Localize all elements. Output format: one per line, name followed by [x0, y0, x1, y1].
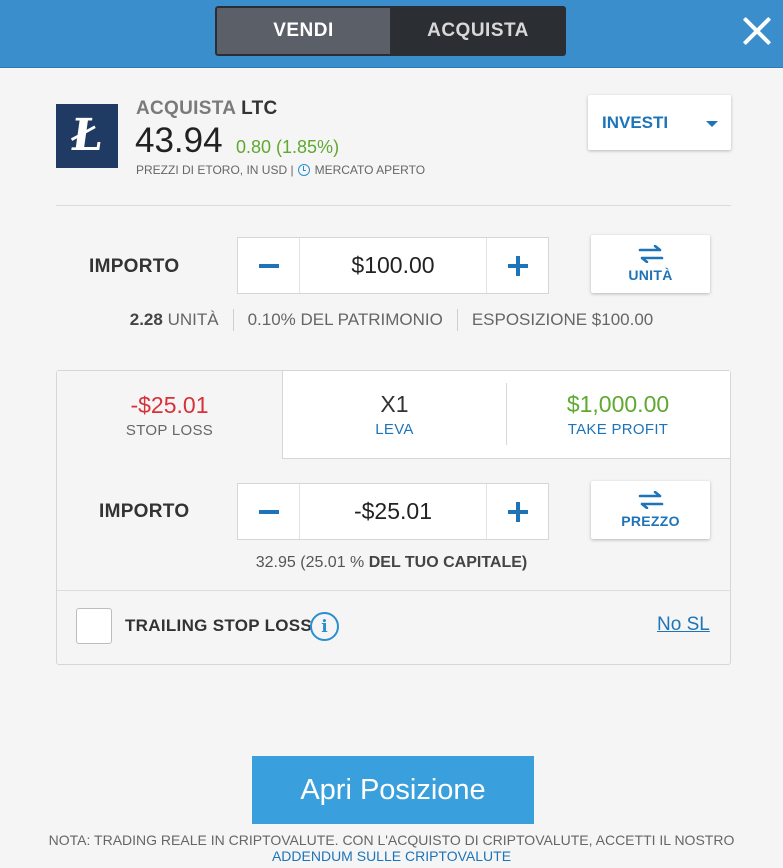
trailing-stop-loss-label: TRAILING STOP LOSS	[125, 616, 313, 635]
stop-loss-increase-button[interactable]	[486, 484, 548, 539]
divider	[57, 590, 730, 591]
logo-letter: Ł	[67, 110, 107, 161]
disclaimer-note: NOTA: TRADING REALE IN CRIPTOVALUTE. CON…	[0, 832, 783, 864]
capital-rate: 32.95	[255, 554, 296, 571]
instrument-price: 43.94	[135, 121, 223, 160]
stop-loss-decrease-button[interactable]	[238, 484, 300, 539]
stop-loss-amount-label: IMPORTO	[99, 501, 190, 522]
units-toggle-label: UNITÀ	[628, 267, 673, 283]
leverage-label: LEVA	[375, 421, 414, 438]
price-change: 0.80 (1.85%)	[236, 137, 340, 157]
exposure-label: ESPOSIZIONE	[471, 310, 588, 329]
tab-stop-loss[interactable]: -$25.01 STOP LOSS	[57, 371, 282, 459]
capital-summary: 32.95 (25.01 % DEL TUO CAPITALE)	[0, 554, 783, 572]
leverage-value: X1	[380, 391, 409, 417]
divider	[56, 205, 731, 206]
equity-summary: 0.10% DEL PATRIMONIO	[234, 309, 458, 331]
plus-icon	[507, 501, 528, 522]
amount-increase-button[interactable]	[486, 238, 548, 293]
price-source: PREZZI DI ETORO, IN USD |	[136, 163, 294, 177]
units-summary: 2.28 UNITÀ	[116, 309, 234, 331]
price-toggle-label: PREZZO	[621, 513, 680, 529]
swap-icon	[638, 245, 663, 263]
stop-loss-label: STOP LOSS	[125, 421, 214, 439]
action-label: ACQUISTA	[136, 98, 236, 119]
info-icon[interactable]: i	[310, 612, 339, 641]
price-meta: PREZZI DI ETORO, IN USD | MERCATO APERTO	[136, 163, 425, 177]
amount-summary: 2.28 UNITÀ 0.10% DEL PATRIMONIO ESPOSIZI…	[0, 309, 783, 331]
swap-icon	[638, 491, 663, 509]
stop-loss-input[interactable]: -$25.01	[300, 484, 486, 539]
invest-dropdown[interactable]: INVESTI	[588, 95, 731, 150]
capital-pct: (25.01 %	[300, 554, 365, 571]
clock-icon	[297, 164, 310, 176]
price-toggle-button[interactable]: PREZZO	[591, 481, 710, 539]
units-value: 2.28	[129, 310, 163, 329]
invest-dropdown-label: INVESTI	[602, 112, 669, 132]
market-status: MERCATO APERTO	[314, 163, 426, 177]
tab-leverage[interactable]: X1 LEVA	[282, 371, 506, 459]
litecoin-logo: Ł	[56, 104, 118, 168]
close-icon[interactable]	[738, 12, 776, 50]
amount-stepper: $100.00	[237, 237, 549, 294]
plus-icon	[507, 255, 528, 276]
units-toggle-button[interactable]: UNITÀ	[591, 235, 710, 293]
chevron-down-icon	[706, 121, 718, 127]
instrument-title: ACQUISTA LTC	[136, 98, 278, 120]
buy-tab[interactable]: ACQUISTA	[390, 6, 566, 56]
no-sl-link[interactable]: No SL	[657, 614, 710, 636]
instrument-symbol: LTC	[241, 98, 278, 119]
open-position-button[interactable]: Apri Posizione	[252, 756, 534, 824]
stop-loss-stepper: -$25.01	[237, 483, 549, 540]
minus-icon	[258, 263, 279, 268]
minus-icon	[258, 509, 279, 514]
take-profit-value: $1,000.00	[566, 391, 670, 417]
trade-direction-toggle: VENDI ACQUISTA	[215, 6, 566, 56]
amount-decrease-button[interactable]	[238, 238, 300, 293]
capital-text: DEL TUO CAPITALE)	[368, 554, 528, 571]
trailing-stop-loss-checkbox[interactable]	[76, 608, 112, 644]
sell-tab[interactable]: VENDI	[215, 6, 390, 56]
stop-loss-value: -$25.01	[130, 391, 209, 418]
take-profit-label: TAKE PROFIT	[567, 421, 669, 438]
amount-input[interactable]: $100.00	[300, 238, 486, 293]
units-label: UNITÀ	[167, 310, 219, 329]
risk-tabs: -$25.01 STOP LOSS X1 LEVA $1,000.00 TAKE…	[57, 371, 730, 459]
crypto-addendum-link[interactable]: ADDENDUM SULLE CRIPTOVALUTE	[0, 848, 783, 864]
top-bar: VENDI ACQUISTA	[0, 0, 783, 68]
exposure-value: $100.00	[591, 310, 654, 329]
tab-take-profit[interactable]: $1,000.00 TAKE PROFIT	[506, 371, 730, 459]
amount-label: IMPORTO	[89, 256, 180, 277]
disclaimer-text: NOTA: TRADING REALE IN CRIPTOVALUTE. CON…	[48, 832, 735, 848]
exposure-summary: ESPOSIZIONE $100.00	[458, 309, 667, 331]
